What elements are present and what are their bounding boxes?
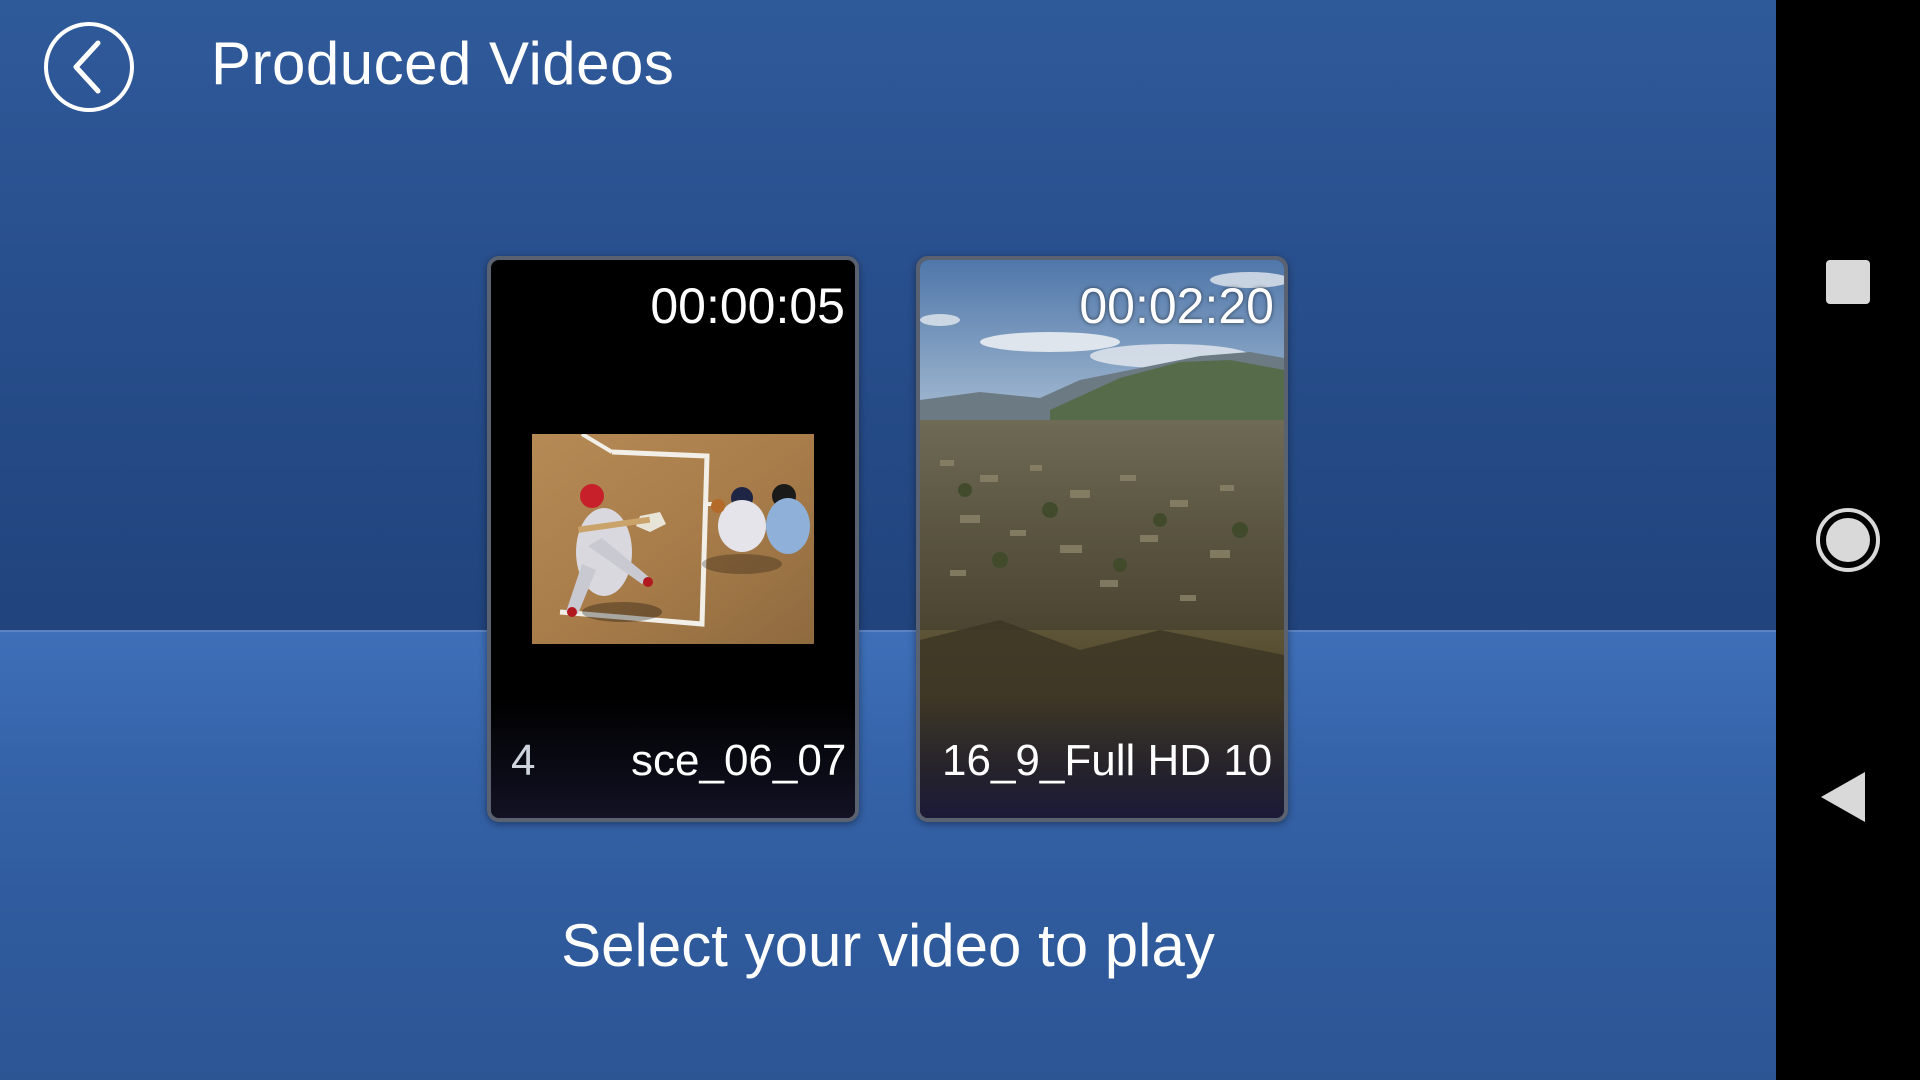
triangle-back-icon[interactable] [1821, 772, 1865, 822]
video-duration: 00:00:05 [650, 278, 845, 334]
circle-home-icon[interactable] [1816, 508, 1880, 572]
chevron-left-icon [73, 40, 101, 94]
select-video-prompt: Select your video to play [561, 912, 1215, 979]
video-name-prefix: 4 [511, 736, 536, 785]
video-duration: 00:02:20 [1079, 278, 1274, 334]
home-inner-dot [1826, 518, 1870, 562]
video-name: 4 sce_06_07 [511, 734, 855, 788]
back-button[interactable] [44, 22, 134, 112]
baseball-batter-thumbnail [532, 434, 814, 644]
video-name-text: sce_06_07 [631, 736, 847, 785]
video-card[interactable]: 00:02:20 16_9_Full HD 10 [916, 256, 1288, 822]
app-screen: Produced Videos 00:00:05 4 sce_06_07 00:… [0, 0, 1776, 1080]
system-navigation-bar [1776, 0, 1920, 1080]
video-name: 16_9_Full HD 10 [942, 736, 1273, 785]
page-title: Produced Videos [211, 30, 675, 97]
floor-reflection [0, 630, 1776, 1080]
square-recent-apps-icon[interactable] [1826, 260, 1870, 304]
video-card[interactable]: 00:00:05 4 sce_06_07 [487, 256, 859, 822]
